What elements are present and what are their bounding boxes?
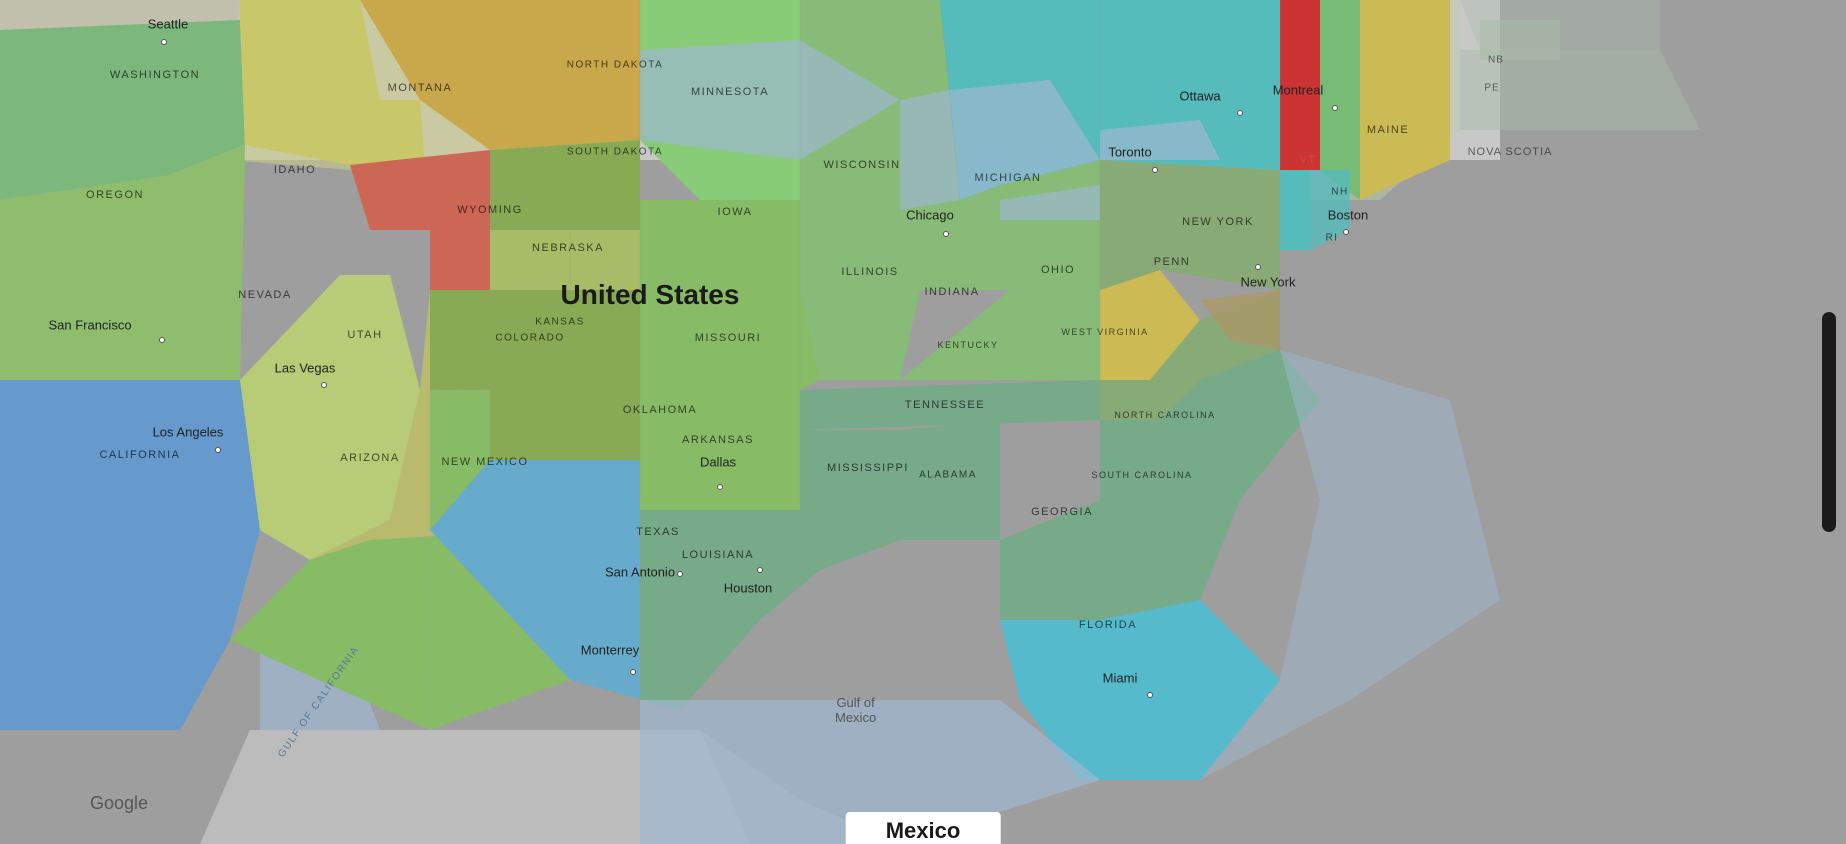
city-dot-sf: [159, 337, 165, 343]
map-svg[interactable]: [0, 0, 1846, 844]
city-dot-miami: [1147, 692, 1153, 698]
city-dot-la: [215, 447, 221, 453]
city-dot-chicago: [943, 231, 949, 237]
mexico-label: Mexico: [846, 812, 1001, 844]
map-container: WASHINGTON OREGON CALIFORNIA NEVADA IDAH…: [0, 0, 1846, 844]
google-watermark: Google: [90, 793, 148, 814]
city-dot-newyork: [1255, 264, 1261, 270]
city-dot-ottawa: [1237, 110, 1243, 116]
city-dot-toronto: [1152, 167, 1158, 173]
gulf-mexico-label: Gulf ofMexico: [835, 695, 876, 725]
city-dot-boston: [1343, 229, 1349, 235]
city-dot-houston: [757, 567, 763, 573]
scrollbar[interactable]: [1822, 312, 1836, 532]
city-dot-lv: [321, 382, 327, 388]
city-dot-montreal: [1332, 105, 1338, 111]
city-dot-sanantonio: [677, 571, 683, 577]
city-dot-monterrey: [630, 669, 636, 675]
city-dot-dallas: [717, 484, 723, 490]
city-dot-seattle: [161, 39, 167, 45]
